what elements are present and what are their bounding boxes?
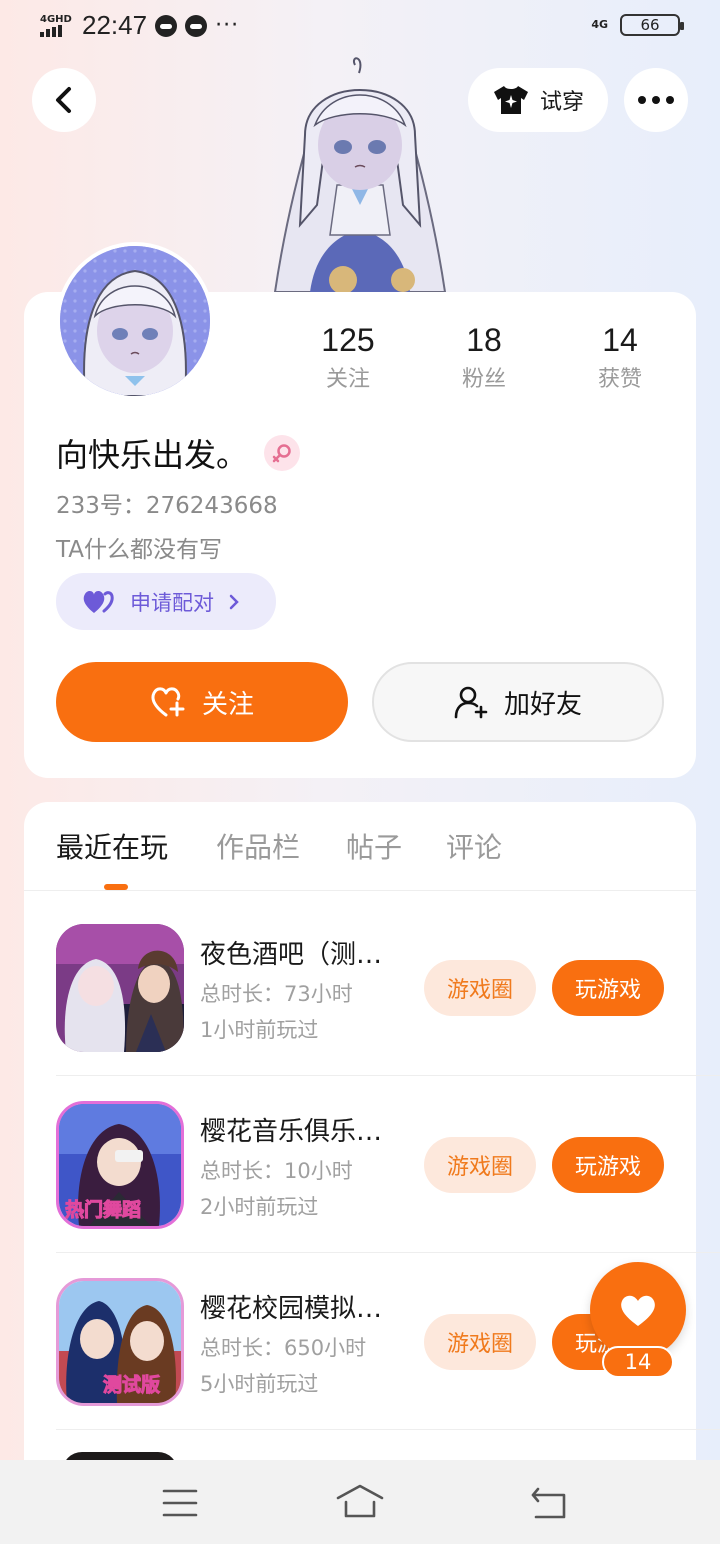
heart-plus-icon xyxy=(151,687,185,717)
like-count-badge: 14 xyxy=(602,1346,674,1378)
game-name: 夜色酒吧（测… xyxy=(200,940,383,970)
list-divider xyxy=(56,1429,720,1430)
game-circle-button[interactable]: 游戏圈 xyxy=(424,1314,536,1370)
game-icon-sakura-music: 热门舞蹈 xyxy=(56,1101,184,1229)
game-icon-night-bar xyxy=(56,924,184,1052)
home-icon[interactable] xyxy=(336,1484,384,1520)
battery-level: 66 xyxy=(640,16,660,34)
nickname: 向快乐出发。 xyxy=(56,436,249,474)
stat-value: 125 xyxy=(321,322,375,358)
stat-label: 关注 xyxy=(325,367,370,392)
more-dots-icon xyxy=(638,96,674,104)
app-notification-icon-2 xyxy=(185,14,208,37)
follow-label: 关注 xyxy=(201,689,254,720)
battery-icon: 66 xyxy=(620,14,684,36)
tab-posts[interactable]: 帖子 xyxy=(346,826,402,866)
status-bar: 4GHD 22:47 ··· 4G 66 xyxy=(0,0,720,56)
stat-value: 18 xyxy=(466,322,502,358)
stat-fans[interactable]: 18 粉丝 xyxy=(424,322,544,393)
game-icon-sakura-school: 测试版 xyxy=(56,1278,184,1406)
back-button[interactable] xyxy=(32,68,96,132)
pair-request-button[interactable]: 申请配对 xyxy=(56,573,276,630)
signal-icon: 4GHD xyxy=(40,13,74,37)
chevron-right-icon xyxy=(229,594,239,609)
nickname-row: 向快乐出发。 xyxy=(56,430,301,476)
game-badge: 热门舞蹈 xyxy=(65,1198,141,1221)
network-4g-indicator: 4G xyxy=(591,18,608,31)
game-circle-button[interactable]: 游戏圈 xyxy=(424,960,536,1016)
follow-button[interactable]: 关注 xyxy=(56,662,348,742)
avatar-image xyxy=(60,246,210,396)
user-id: 233号：276243668 xyxy=(56,493,278,519)
avatar-character-figure xyxy=(273,57,447,292)
heart-icon xyxy=(621,1295,655,1326)
system-nav-bar xyxy=(0,1460,720,1544)
list-item[interactable]: 热门舞蹈 樱花音乐俱乐… 总时长：10小时 2小时前玩过 游戏圈 玩游戏 xyxy=(24,1075,696,1251)
game-last-played: 5小时前玩过 xyxy=(200,1372,319,1396)
app-notification-icon xyxy=(155,14,178,37)
game-name: 樱花音乐俱乐… xyxy=(200,1117,383,1147)
double-heart-icon xyxy=(83,590,114,613)
stat-following[interactable]: 125 关注 xyxy=(288,322,408,393)
more-notifications: ··· xyxy=(215,13,240,38)
user-bio: TA什么都没有写 xyxy=(56,537,222,563)
try-on-button[interactable]: 试穿 xyxy=(468,68,608,132)
network-type: 4GHD xyxy=(40,13,72,25)
tabs-divider xyxy=(24,890,696,891)
game-badge: 测试版 xyxy=(103,1373,160,1396)
game-last-played: 1小时前玩过 xyxy=(200,1018,319,1042)
game-name: 樱花校园模拟… xyxy=(200,1294,383,1324)
stat-label: 粉丝 xyxy=(461,367,506,392)
game-duration: 总时长：73小时 xyxy=(200,982,353,1006)
add-friend-label: 加好友 xyxy=(503,689,582,720)
tab-comments[interactable]: 评论 xyxy=(446,826,502,866)
stat-likes[interactable]: 14 获赞 xyxy=(560,322,680,393)
list-item[interactable]: 夜色酒吧（测… 总时长：73小时 1小时前玩过 游戏圈 玩游戏 xyxy=(24,898,696,1074)
chevron-left-icon xyxy=(56,87,71,113)
back-nav-icon[interactable] xyxy=(530,1486,568,1520)
avatar[interactable] xyxy=(56,242,214,400)
try-on-label: 试穿 xyxy=(539,90,584,115)
play-game-button[interactable]: 玩游戏 xyxy=(552,1137,664,1193)
floating-like-button[interactable] xyxy=(590,1262,686,1358)
add-user-icon xyxy=(454,686,488,719)
stat-label: 获赞 xyxy=(597,367,642,392)
add-friend-button[interactable]: 加好友 xyxy=(372,662,664,742)
tab-works[interactable]: 作品栏 xyxy=(216,826,300,866)
pair-request-label: 申请配对 xyxy=(130,590,214,615)
game-duration: 总时长：650小时 xyxy=(200,1336,367,1360)
menu-icon[interactable] xyxy=(162,1488,198,1518)
tshirt-sparkle-icon xyxy=(493,86,528,114)
list-item[interactable]: 测试版 樱花校园模拟… 总时长：650小时 5小时前玩过 游戏圈 玩游戏 xyxy=(24,1252,696,1428)
more-button[interactable] xyxy=(624,68,688,132)
female-icon xyxy=(264,435,301,471)
play-game-button[interactable]: 玩游戏 xyxy=(552,960,664,1016)
status-time: 22:47 xyxy=(82,10,148,40)
game-last-played: 2小时前玩过 xyxy=(200,1195,319,1219)
game-duration: 总时长：10小时 xyxy=(200,1159,353,1183)
game-circle-button[interactable]: 游戏圈 xyxy=(424,1137,536,1193)
stat-value: 14 xyxy=(602,322,638,358)
tab-recently-played[interactable]: 最近在玩 xyxy=(56,826,168,866)
